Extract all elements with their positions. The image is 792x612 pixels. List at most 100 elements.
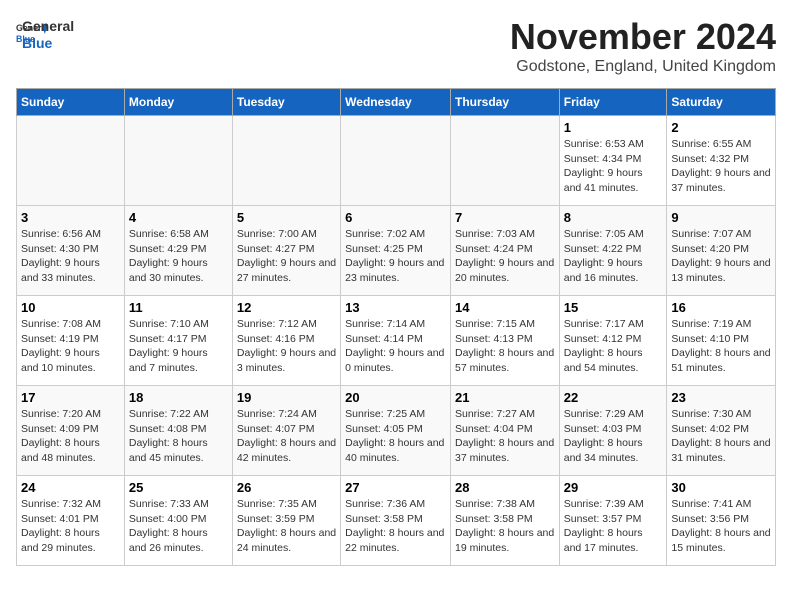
calendar-cell: 2Sunrise: 6:55 AM Sunset: 4:32 PM Daylig…: [667, 116, 776, 206]
day-number: 16: [671, 300, 771, 315]
day-number: 17: [21, 390, 120, 405]
logo: General Blue General Blue: [16, 16, 74, 52]
day-number: 24: [21, 480, 120, 495]
weekday-header-wednesday: Wednesday: [341, 89, 451, 116]
day-number: 8: [564, 210, 663, 225]
calendar-cell: 7 Sunrise: 7:03 AM Sunset: 4:24 PM Daylig…: [450, 206, 559, 296]
day-info: Sunrise: 7:02 AM Sunset: 4:25 PM Dayligh…: [345, 227, 446, 286]
calendar-week-4: 24 Sunrise: 7:32 AM Sunset: 4:01 PM Dayli…: [17, 476, 776, 566]
day-number: 28: [455, 480, 555, 495]
calendar-cell: 28 Sunrise: 7:38 AM Sunset: 3:58 PM Dayli…: [450, 476, 559, 566]
month-title: November 2024: [510, 16, 776, 58]
calendar-cell: 4Sunrise: 6:58 AM Sunset: 4:29 PM Daylig…: [124, 206, 232, 296]
day-number: 12: [237, 300, 336, 315]
calendar-cell: 13 Sunrise: 7:14 AM Sunset: 4:14 PM Dayli…: [341, 296, 451, 386]
location-title: Godstone, England, United Kingdom: [510, 58, 776, 76]
calendar-cell: 1Sunrise: 6:53 AM Sunset: 4:34 PM Daylig…: [559, 116, 667, 206]
day-info: Sunrise: 6:58 AM Sunset: 4:29 PM Dayligh…: [129, 227, 228, 286]
calendar-cell: 19 Sunrise: 7:24 AM Sunset: 4:07 PM Dayli…: [232, 386, 340, 476]
day-info: Sunrise: 7:14 AM Sunset: 4:14 PM Dayligh…: [345, 317, 446, 376]
day-info: Sunrise: 7:38 AM Sunset: 3:58 PM Dayligh…: [455, 497, 555, 556]
calendar-cell: 12 Sunrise: 7:12 AM Sunset: 4:16 PM Dayli…: [232, 296, 340, 386]
day-number: 26: [237, 480, 336, 495]
day-number: 15: [564, 300, 663, 315]
day-info: Sunrise: 7:32 AM Sunset: 4:01 PM Dayligh…: [21, 497, 120, 556]
calendar-cell: 3Sunrise: 6:56 AM Sunset: 4:30 PM Daylig…: [17, 206, 125, 296]
day-info: Sunrise: 7:36 AM Sunset: 3:58 PM Dayligh…: [345, 497, 446, 556]
day-number: 18: [129, 390, 228, 405]
calendar-cell: 9 Sunrise: 7:07 AM Sunset: 4:20 PM Daylig…: [667, 206, 776, 296]
day-number: 7: [455, 210, 555, 225]
calendar-cell: [124, 116, 232, 206]
calendar-cell: 25Sunrise: 7:33 AM Sunset: 4:00 PM Dayli…: [124, 476, 232, 566]
day-info: Sunrise: 7:29 AM Sunset: 4:03 PM Dayligh…: [564, 407, 663, 466]
day-info: Sunrise: 7:03 AM Sunset: 4:24 PM Dayligh…: [455, 227, 555, 286]
day-number: 19: [237, 390, 336, 405]
weekday-header-monday: Monday: [124, 89, 232, 116]
calendar-cell: 30 Sunrise: 7:41 AM Sunset: 3:56 PM Dayli…: [667, 476, 776, 566]
day-info: Sunrise: 7:07 AM Sunset: 4:20 PM Dayligh…: [671, 227, 771, 286]
day-number: 30: [671, 480, 771, 495]
calendar-cell: 21 Sunrise: 7:27 AM Sunset: 4:04 PM Dayli…: [450, 386, 559, 476]
day-info: Sunrise: 7:12 AM Sunset: 4:16 PM Dayligh…: [237, 317, 336, 376]
day-info: Sunrise: 7:24 AM Sunset: 4:07 PM Dayligh…: [237, 407, 336, 466]
logo-general: General: [22, 18, 74, 35]
day-number: 27: [345, 480, 446, 495]
calendar-cell: 16 Sunrise: 7:19 AM Sunset: 4:10 PM Dayli…: [667, 296, 776, 386]
weekday-header-tuesday: Tuesday: [232, 89, 340, 116]
calendar-cell: 23 Sunrise: 7:30 AM Sunset: 4:02 PM Dayli…: [667, 386, 776, 476]
calendar-cell: 27 Sunrise: 7:36 AM Sunset: 3:58 PM Dayli…: [341, 476, 451, 566]
day-number: 20: [345, 390, 446, 405]
day-number: 22: [564, 390, 663, 405]
weekday-header-thursday: Thursday: [450, 89, 559, 116]
day-number: 9: [671, 210, 771, 225]
day-number: 29: [564, 480, 663, 495]
logo-blue: Blue: [22, 35, 74, 52]
calendar-cell: 22 Sunrise: 7:29 AM Sunset: 4:03 PM Dayli…: [559, 386, 667, 476]
calendar-cell: 10Sunrise: 7:08 AM Sunset: 4:19 PM Dayli…: [17, 296, 125, 386]
day-info: Sunrise: 7:19 AM Sunset: 4:10 PM Dayligh…: [671, 317, 771, 376]
calendar-header-row: SundayMondayTuesdayWednesdayThursdayFrid…: [17, 89, 776, 116]
day-number: 1: [564, 120, 663, 135]
day-info: Sunrise: 7:41 AM Sunset: 3:56 PM Dayligh…: [671, 497, 771, 556]
calendar-cell: 5 Sunrise: 7:00 AM Sunset: 4:27 PM Daylig…: [232, 206, 340, 296]
calendar-cell: [232, 116, 340, 206]
day-number: 14: [455, 300, 555, 315]
calendar-cell: [450, 116, 559, 206]
day-info: Sunrise: 7:39 AM Sunset: 3:57 PM Dayligh…: [564, 497, 663, 556]
weekday-header-friday: Friday: [559, 89, 667, 116]
day-info: Sunrise: 7:20 AM Sunset: 4:09 PM Dayligh…: [21, 407, 120, 466]
title-block: November 2024 Godstone, England, United …: [510, 16, 776, 76]
calendar-cell: 29 Sunrise: 7:39 AM Sunset: 3:57 PM Dayli…: [559, 476, 667, 566]
day-info: Sunrise: 7:25 AM Sunset: 4:05 PM Dayligh…: [345, 407, 446, 466]
day-number: 5: [237, 210, 336, 225]
calendar-week-1: 3Sunrise: 6:56 AM Sunset: 4:30 PM Daylig…: [17, 206, 776, 296]
day-number: 6: [345, 210, 446, 225]
day-info: Sunrise: 7:30 AM Sunset: 4:02 PM Dayligh…: [671, 407, 771, 466]
day-info: Sunrise: 7:08 AM Sunset: 4:19 PM Dayligh…: [21, 317, 120, 376]
day-number: 2: [671, 120, 771, 135]
calendar-cell: 15Sunrise: 7:17 AM Sunset: 4:12 PM Dayli…: [559, 296, 667, 386]
calendar-cell: 20 Sunrise: 7:25 AM Sunset: 4:05 PM Dayli…: [341, 386, 451, 476]
calendar-cell: 6 Sunrise: 7:02 AM Sunset: 4:25 PM Daylig…: [341, 206, 451, 296]
day-number: 3: [21, 210, 120, 225]
calendar-cell: 24 Sunrise: 7:32 AM Sunset: 4:01 PM Dayli…: [17, 476, 125, 566]
calendar-week-0: 1Sunrise: 6:53 AM Sunset: 4:34 PM Daylig…: [17, 116, 776, 206]
calendar-cell: 14 Sunrise: 7:15 AM Sunset: 4:13 PM Dayli…: [450, 296, 559, 386]
day-number: 23: [671, 390, 771, 405]
day-info: Sunrise: 7:35 AM Sunset: 3:59 PM Dayligh…: [237, 497, 336, 556]
day-info: Sunrise: 7:22 AM Sunset: 4:08 PM Dayligh…: [129, 407, 228, 466]
weekday-header-saturday: Saturday: [667, 89, 776, 116]
day-info: Sunrise: 7:27 AM Sunset: 4:04 PM Dayligh…: [455, 407, 555, 466]
day-info: Sunrise: 7:00 AM Sunset: 4:27 PM Dayligh…: [237, 227, 336, 286]
calendar-cell: 11Sunrise: 7:10 AM Sunset: 4:17 PM Dayli…: [124, 296, 232, 386]
calendar-week-3: 17 Sunrise: 7:20 AM Sunset: 4:09 PM Dayli…: [17, 386, 776, 476]
day-number: 21: [455, 390, 555, 405]
day-number: 13: [345, 300, 446, 315]
calendar-table: SundayMondayTuesdayWednesdayThursdayFrid…: [16, 88, 776, 566]
calendar-cell: 18 Sunrise: 7:22 AM Sunset: 4:08 PM Dayli…: [124, 386, 232, 476]
day-info: Sunrise: 7:05 AM Sunset: 4:22 PM Dayligh…: [564, 227, 663, 286]
day-info: Sunrise: 7:15 AM Sunset: 4:13 PM Dayligh…: [455, 317, 555, 376]
calendar-week-2: 10Sunrise: 7:08 AM Sunset: 4:19 PM Dayli…: [17, 296, 776, 386]
calendar-cell: [341, 116, 451, 206]
